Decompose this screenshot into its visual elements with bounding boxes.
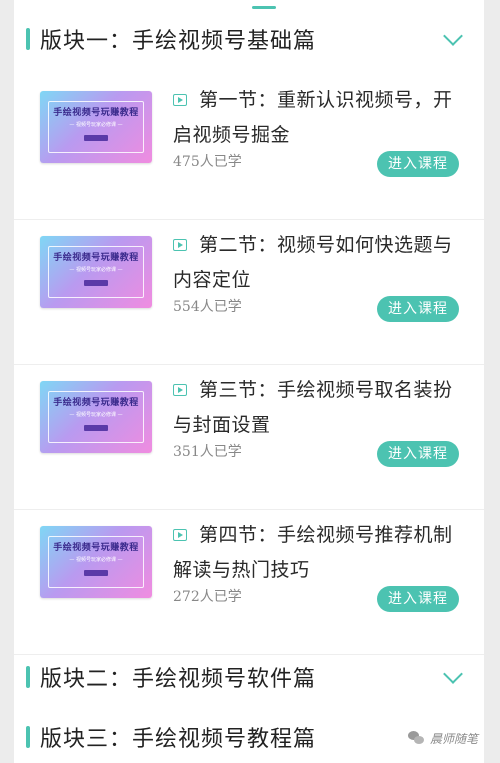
enter-course-button[interactable]: 进入课程 bbox=[377, 586, 459, 612]
chevron-down-icon[interactable] bbox=[443, 26, 463, 46]
thumbnail-title: 手绘视频号玩赚教程 bbox=[53, 108, 139, 118]
section-title: 版块一：手绘视频号基础篇 bbox=[40, 29, 317, 54]
learner-count: 475人已学 bbox=[173, 154, 242, 170]
thumbnail-tag bbox=[84, 570, 108, 576]
section-header-2[interactable]: 版块二：手绘视频号软件篇 bbox=[14, 657, 484, 697]
thumbnail-subtitle: — 视频号玩家必修课 — bbox=[69, 267, 123, 273]
section-title: 版块三：手绘视频号教程篇 bbox=[40, 727, 317, 752]
course-thumbnail: 手绘视频号玩赚教程 — 视频号玩家必修课 — bbox=[40, 526, 152, 598]
course-thumbnail: 手绘视频号玩赚教程 — 视频号玩家必修课 — bbox=[40, 91, 152, 163]
lesson-item-3[interactable]: 手绘视频号玩赚教程 — 视频号玩家必修课 — 第三节：手绘视频号取名装扮与封面设… bbox=[14, 365, 484, 510]
thumbnail-subtitle: — 视频号玩家必修课 — bbox=[69, 412, 123, 418]
thumbnail-title: 手绘视频号玩赚教程 bbox=[53, 398, 139, 408]
scroll-indicator bbox=[252, 6, 276, 9]
watermark-text: 晨师随笔 bbox=[430, 731, 479, 746]
enter-course-button[interactable]: 进入课程 bbox=[377, 441, 459, 467]
section-accent-bar bbox=[26, 726, 30, 748]
learner-count: 272人已学 bbox=[173, 589, 242, 605]
lesson-title: 第四节：手绘视频号推荐机制解读与热门技巧 bbox=[173, 524, 453, 581]
lesson-title: 第一节：重新认识视频号，开启视频号掘金 bbox=[173, 89, 453, 146]
thumbnail-tag bbox=[84, 135, 108, 141]
lesson-item-1[interactable]: 手绘视频号玩赚教程 — 视频号玩家必修课 — 第一节：重新认识视频号，开启视频号… bbox=[14, 75, 484, 220]
section-header-1[interactable]: 版块一：手绘视频号基础篇 bbox=[14, 19, 484, 59]
section-accent-bar bbox=[26, 28, 30, 50]
enter-course-button[interactable]: 进入课程 bbox=[377, 296, 459, 322]
lesson-item-4[interactable]: 手绘视频号玩赚教程 — 视频号玩家必修课 — 第四节：手绘视频号推荐机制解读与热… bbox=[14, 510, 484, 655]
section-title: 版块二：手绘视频号软件篇 bbox=[40, 667, 317, 692]
thumbnail-title: 手绘视频号玩赚教程 bbox=[53, 253, 139, 263]
thumbnail-subtitle: — 视频号玩家必修课 — bbox=[69, 557, 123, 563]
thumbnail-subtitle: — 视频号玩家必修课 — bbox=[69, 122, 123, 128]
watermark: 晨师随笔 bbox=[408, 728, 478, 748]
thumbnail-title: 手绘视频号玩赚教程 bbox=[53, 543, 139, 553]
lesson-title: 第三节：手绘视频号取名装扮与封面设置 bbox=[173, 379, 453, 436]
course-thumbnail: 手绘视频号玩赚教程 — 视频号玩家必修课 — bbox=[40, 236, 152, 308]
lesson-title: 第二节：视频号如何快选题与内容定位 bbox=[173, 234, 453, 291]
course-thumbnail: 手绘视频号玩赚教程 — 视频号玩家必修课 — bbox=[40, 381, 152, 453]
section-accent-bar bbox=[26, 666, 30, 688]
thumbnail-tag bbox=[84, 425, 108, 431]
course-catalog-panel: 版块一：手绘视频号基础篇 手绘视频号玩赚教程 — 视频号玩家必修课 — 第一节：… bbox=[14, 0, 484, 763]
enter-course-button[interactable]: 进入课程 bbox=[377, 151, 459, 177]
chevron-down-icon[interactable] bbox=[443, 664, 463, 684]
thumbnail-tag bbox=[84, 280, 108, 286]
wechat-icon bbox=[408, 731, 426, 745]
learner-count: 554人已学 bbox=[173, 299, 242, 315]
learner-count: 351人已学 bbox=[173, 444, 242, 460]
lesson-item-2[interactable]: 手绘视频号玩赚教程 — 视频号玩家必修课 — 第二节：视频号如何快选题与内容定位… bbox=[14, 220, 484, 365]
